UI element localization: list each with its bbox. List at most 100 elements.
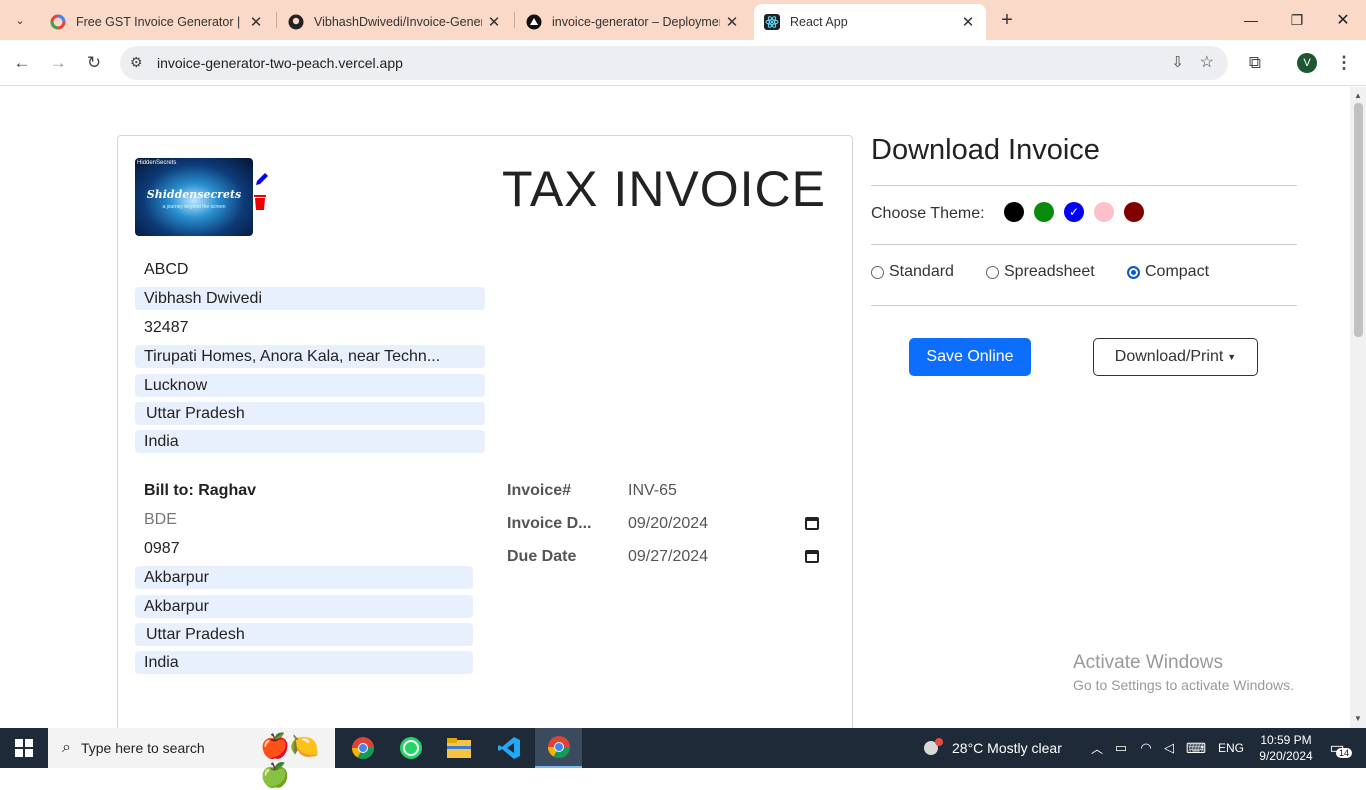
bill-to-address1-field[interactable]: Akbarpur: [135, 566, 473, 589]
menu-kebab-icon[interactable]: ⋮: [1330, 49, 1358, 77]
radio-label: Compact: [1145, 263, 1210, 280]
invoice-number-field[interactable]: INV-65: [628, 482, 677, 500]
theme-pink-swatch[interactable]: [1094, 202, 1114, 222]
layout-standard-radio[interactable]: Standard: [871, 263, 954, 281]
close-icon[interactable]: ✕: [486, 13, 502, 31]
theme-label: Choose Theme:: [871, 205, 985, 222]
browser-tab-bar: ⌄ Free GST Invoice Generator | Fre ✕ Vib…: [0, 0, 1366, 40]
tab-vercel[interactable]: invoice-generator – Deployment ✕: [516, 4, 750, 40]
invoice-title: TAX INVOICE: [502, 161, 827, 217]
language-indicator[interactable]: ENG: [1218, 728, 1244, 768]
github-icon: [288, 14, 304, 30]
layout-compact-radio[interactable]: Compact: [1127, 263, 1209, 281]
theme-green-swatch[interactable]: [1034, 202, 1054, 222]
battery-icon[interactable]: ▭: [1112, 728, 1130, 768]
file-explorer-icon[interactable]: [436, 728, 482, 768]
address-bar[interactable]: ⚙ invoice-generator-two-peach.vercel.app…: [120, 46, 1228, 80]
close-icon[interactable]: ✕: [724, 13, 740, 31]
forward-arrow-icon[interactable]: →: [44, 49, 72, 77]
bill-to-phone-field[interactable]: 0987: [135, 537, 473, 560]
wifi-icon[interactable]: ◠: [1136, 728, 1156, 768]
save-online-button[interactable]: Save Online: [909, 338, 1031, 376]
delete-trash-icon[interactable]: [252, 193, 268, 211]
from-name-field[interactable]: Vibhash Dwivedi: [135, 287, 485, 310]
from-company-field[interactable]: ABCD: [135, 258, 485, 281]
windows-taskbar: ⌕ Type here to search 🍎🍋🍏 28°C Mostly cl…: [0, 728, 1366, 789]
restore-icon[interactable]: ❐: [1274, 0, 1320, 40]
activate-windows-watermark: Activate Windows Go to Settings to activ…: [1073, 652, 1294, 693]
from-address-field[interactable]: Tirupati Homes, Anora Kala, near Techn..…: [135, 345, 485, 368]
tab-gst-invoice[interactable]: Free GST Invoice Generator | Fre ✕: [40, 4, 274, 40]
theme-black-swatch[interactable]: [1004, 202, 1024, 222]
due-date-field[interactable]: 09/27/2024: [628, 548, 708, 566]
whatsapp-icon[interactable]: [388, 728, 434, 768]
download-print-dropdown[interactable]: Download/Print ▼: [1093, 338, 1258, 376]
layout-spreadsheet-radio[interactable]: Spreadsheet: [986, 263, 1095, 281]
taskbar-search-box[interactable]: ⌕ Type here to search 🍎🍋🍏: [48, 728, 335, 789]
download-invoice-heading: Download Invoice: [871, 134, 1100, 166]
search-icon: ⌕: [62, 739, 71, 756]
tab-search-chevron-icon[interactable]: ⌄: [8, 8, 32, 32]
divider: [871, 185, 1297, 186]
chrome-active-icon[interactable]: [535, 728, 582, 768]
bill-to-name-field[interactable]: Bill to: Raghav: [135, 479, 473, 502]
close-icon[interactable]: ✕: [248, 13, 264, 31]
weather-text[interactable]: 28°C Mostly clear: [952, 728, 1062, 768]
react-icon: [764, 14, 780, 30]
radio-label: Spreadsheet: [1004, 263, 1095, 280]
window-close-icon[interactable]: ✕: [1320, 0, 1366, 40]
edit-pencil-icon[interactable]: [253, 170, 271, 188]
bill-to-address2-field[interactable]: Akbarpur: [135, 595, 473, 618]
scroll-up-arrow-icon[interactable]: ▲: [1354, 91, 1362, 100]
bill-to-country-select[interactable]: India: [135, 651, 473, 674]
tab-divider: [514, 12, 515, 28]
from-city-field[interactable]: Lucknow: [135, 374, 485, 397]
close-icon[interactable]: ✕: [960, 13, 976, 31]
bill-to-state-select[interactable]: Uttar Pradesh: [135, 623, 473, 646]
bill-to-designation-field[interactable]: BDE: [135, 508, 473, 531]
watermark-line2: Go to Settings to activate Windows.: [1073, 677, 1294, 693]
calendar-icon[interactable]: [805, 517, 819, 530]
back-arrow-icon[interactable]: ←: [8, 49, 36, 77]
invoice-date-field[interactable]: 09/20/2024: [628, 515, 708, 533]
new-tab-plus-icon[interactable]: +: [994, 6, 1020, 34]
calendar-icon[interactable]: [805, 550, 819, 563]
caret-down-icon: ▼: [1227, 352, 1237, 362]
theme-blue-swatch[interactable]: ✓: [1064, 202, 1084, 222]
radio-button[interactable]: [986, 265, 999, 279]
chrome-icon[interactable]: [340, 728, 386, 768]
bookmark-star-icon[interactable]: ☆: [1200, 52, 1214, 72]
profile-avatar[interactable]: V: [1297, 53, 1317, 73]
radio-button[interactable]: [871, 265, 884, 279]
radio-button[interactable]: [1127, 265, 1140, 279]
notifications-icon[interactable]: ▭ 14: [1322, 728, 1353, 768]
scrollbar-thumb[interactable]: [1354, 103, 1363, 337]
from-state-select[interactable]: Uttar Pradesh: [135, 402, 485, 425]
browser-toolbar: ← → ↻ ⚙ invoice-generator-two-peach.verc…: [0, 40, 1366, 86]
vscode-icon[interactable]: [486, 728, 532, 768]
from-country-select[interactable]: India: [135, 430, 485, 453]
weather-icon[interactable]: [920, 728, 946, 768]
download-print-label: Download/Print: [1114, 348, 1224, 365]
clock[interactable]: 10:59 PM 9/20/2024: [1254, 728, 1318, 768]
google-icon: [50, 14, 66, 30]
scroll-down-arrow-icon[interactable]: ▼: [1354, 714, 1362, 723]
reload-icon[interactable]: ↻: [80, 49, 108, 77]
volume-icon[interactable]: ◁: [1160, 728, 1178, 768]
fruits-icon: 🍎🍋🍏: [260, 733, 320, 789]
keyboard-icon[interactable]: ⌨: [1184, 728, 1208, 768]
vertical-scrollbar[interactable]: ▲ ▼: [1350, 87, 1366, 728]
windows-start-icon[interactable]: [0, 728, 48, 768]
site-settings-icon[interactable]: ⚙: [130, 54, 143, 71]
url-text[interactable]: invoice-generator-two-peach.vercel.app: [157, 55, 403, 71]
divider: [871, 244, 1297, 245]
clock-date: 9/20/2024: [1259, 749, 1313, 763]
minimize-icon[interactable]: —: [1228, 0, 1274, 40]
theme-maroon-swatch[interactable]: [1124, 202, 1144, 222]
tab-github[interactable]: VibhashDwivedi/Invoice-Genera ✕: [278, 4, 512, 40]
chevron-up-icon[interactable]: ︿: [1088, 728, 1106, 768]
extensions-icon[interactable]: ⧉: [1241, 49, 1269, 77]
from-phone-field[interactable]: 32487: [135, 316, 485, 339]
tab-react-app[interactable]: React App ✕: [754, 4, 986, 40]
install-app-icon[interactable]: ⇩: [1171, 53, 1184, 71]
